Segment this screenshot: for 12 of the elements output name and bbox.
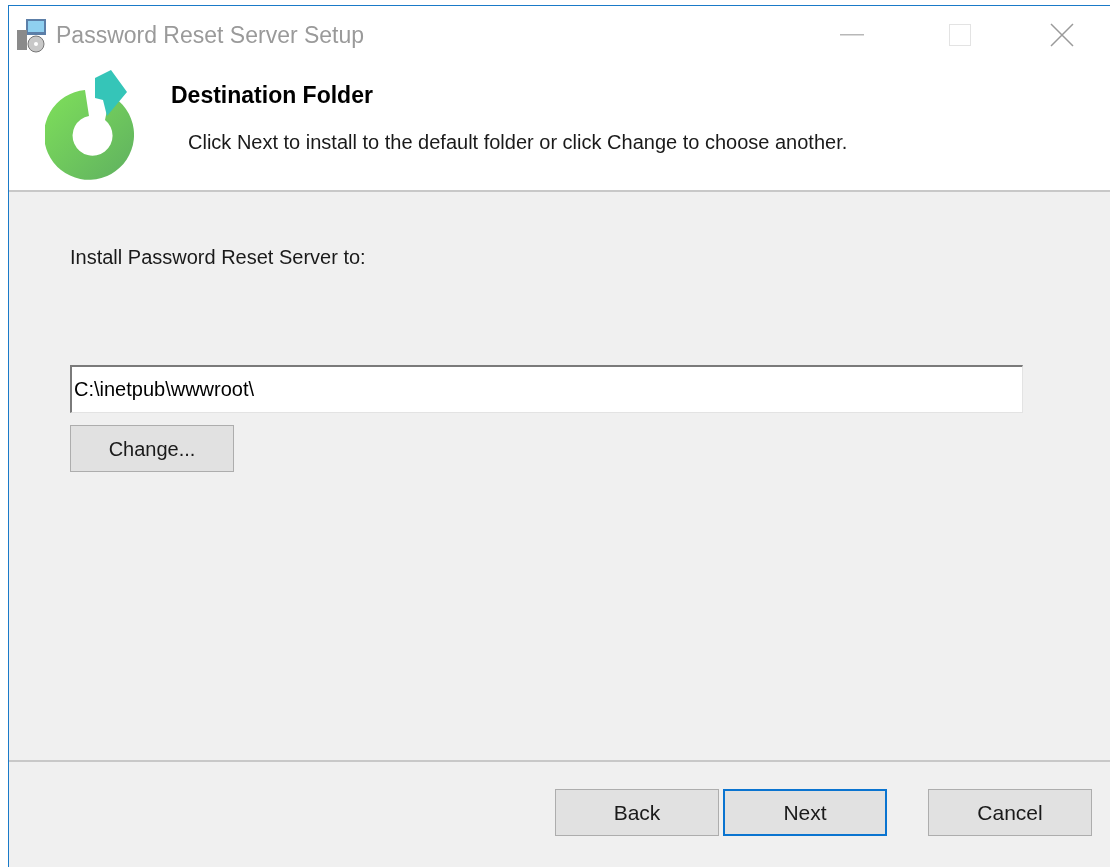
header-description: Click Next to install to the default folder or click Change to choose another. <box>188 129 848 155</box>
window-title: Password Reset Server Setup <box>56 20 365 50</box>
maximize-icon <box>949 24 971 46</box>
change-button[interactable]: Change... <box>70 425 234 472</box>
header-title: Destination Folder <box>171 81 374 110</box>
dialog-button[interactable]: Back <box>555 789 719 836</box>
minimize-icon <box>840 34 864 36</box>
close-icon <box>1050 23 1074 47</box>
dialog-button[interactable]: Next <box>723 789 887 836</box>
install-label: Install Password Reset Server to: <box>70 245 367 270</box>
dialog-button[interactable]: Cancel <box>928 789 1092 836</box>
path-field[interactable]: C:\inetpub\wwwroot\ <box>70 365 1023 413</box>
